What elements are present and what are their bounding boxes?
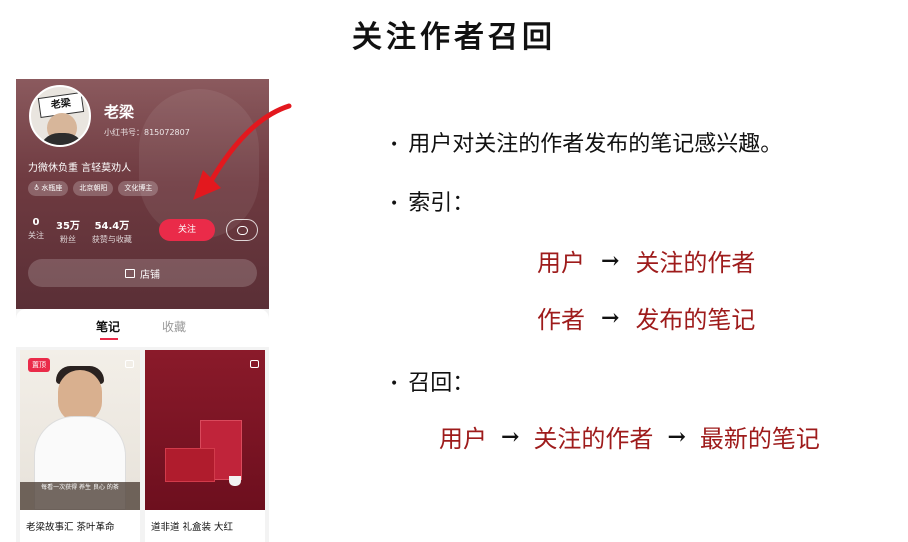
cover-caption: 每看一次获得 养生 良心 的茶 [41, 484, 119, 491]
bullet-dot-icon: • [390, 376, 399, 392]
bullet-dot-icon: • [390, 196, 399, 212]
tag-zodiac: ♁ 水瓶座 [28, 181, 69, 196]
note-title: 道非道 礼盒装 大红 [151, 522, 234, 533]
tab-notes[interactable]: 笔记 [96, 318, 120, 335]
multi-image-icon [250, 360, 259, 368]
stat-followers[interactable]: 35万 粉丝 [56, 217, 80, 245]
cover-gift-box [165, 448, 215, 482]
arrow-right-icon: → [501, 423, 520, 450]
stat-likes-num: 54.4万 [94, 221, 130, 232]
index-to: 关注的作者 [635, 249, 756, 277]
shop-icon [125, 268, 135, 278]
tag-location: 北京朝阳 [73, 181, 114, 196]
bullet-interest: • 用户对关注的作者发布的笔记感兴趣。 [390, 126, 782, 158]
stat-following-label: 关注 [28, 231, 44, 240]
nickname: 老梁 [104, 103, 135, 121]
note-cover-image: 每看一次获得 养生 良心 的茶 置顶 [20, 350, 140, 510]
rednote-id: 小红书号：815072807 [104, 128, 190, 137]
note-title: 老梁故事汇 茶叶革命 [26, 522, 115, 533]
bullet-index-text: 索引： [408, 191, 475, 216]
bullet-interest-text: 用户对关注的作者发布的笔记感兴趣。 [408, 132, 783, 157]
slide-title: 关注作者召回 [352, 20, 556, 55]
bullet-recall-text: 召回： [408, 371, 475, 396]
chat-bubble-icon [236, 225, 248, 235]
arrow-right-icon: → [601, 247, 620, 274]
stat-following-num: 0 [32, 217, 40, 228]
index-to: 发布的笔记 [635, 306, 756, 334]
stat-followers-num: 35万 [56, 221, 80, 232]
stat-followers-label: 粉丝 [59, 235, 76, 244]
shop-label: 店铺 [140, 269, 160, 281]
note-card[interactable]: 道非道 礼盒装 大红 [145, 350, 265, 542]
index-from: 用户 [537, 249, 585, 277]
bullet-index: • 索引： [390, 185, 474, 217]
stat-following[interactable]: 0 关注 [28, 217, 44, 245]
index-from: 作者 [537, 306, 585, 334]
recall-chain: 用户 → 关注的作者 → 最新的笔记 [439, 419, 820, 454]
tag-category: 文化博主 [118, 181, 159, 196]
avatar-body [39, 133, 85, 145]
multi-image-icon [125, 360, 134, 368]
note-cover-image [145, 350, 265, 510]
red-arrow-annotation [193, 103, 292, 200]
stat-likes[interactable]: 54.4万 获赞与收藏 [92, 217, 132, 245]
tab-active-indicator [100, 338, 118, 340]
recall-step-user: 用户 [439, 425, 487, 453]
arrow-right-icon: → [601, 304, 620, 331]
bio: 力微休负重 言轻莫劝人 [28, 163, 132, 174]
avatar[interactable]: 老梁 [29, 85, 91, 147]
shop-button[interactable]: 店铺 [28, 259, 257, 287]
index-row-author: 作者 → 发布的笔记 [537, 300, 755, 335]
arrow-shaft [204, 103, 292, 191]
stat-likes-label: 获赞与收藏 [91, 235, 132, 244]
cover-teacup [229, 476, 241, 486]
recall-step-notes: 最新的笔记 [699, 425, 820, 453]
note-card[interactable]: 每看一次获得 养生 良心 的茶 置顶 老梁故事汇 茶叶革命 [20, 350, 140, 542]
profile-tabs: 笔记 收藏 [16, 309, 269, 347]
cover-person-head [58, 370, 102, 422]
recall-step-authors: 关注的作者 [533, 425, 654, 453]
tab-collect[interactable]: 收藏 [162, 318, 186, 335]
message-button[interactable] [226, 219, 258, 241]
profile-stats: 0 关注 35万 粉丝 54.4万 获赞与收藏 [28, 217, 132, 245]
pinned-badge: 置顶 [28, 358, 50, 372]
bullet-recall: • 召回： [390, 365, 474, 397]
index-row-user: 用户 → 关注的作者 [537, 243, 755, 278]
arrow-right-icon: → [667, 423, 686, 450]
bullet-dot-icon: • [390, 137, 399, 153]
follow-button[interactable]: 关注 [159, 219, 215, 241]
profile-tags: ♁ 水瓶座 北京朝阳 文化博主 [28, 181, 159, 196]
